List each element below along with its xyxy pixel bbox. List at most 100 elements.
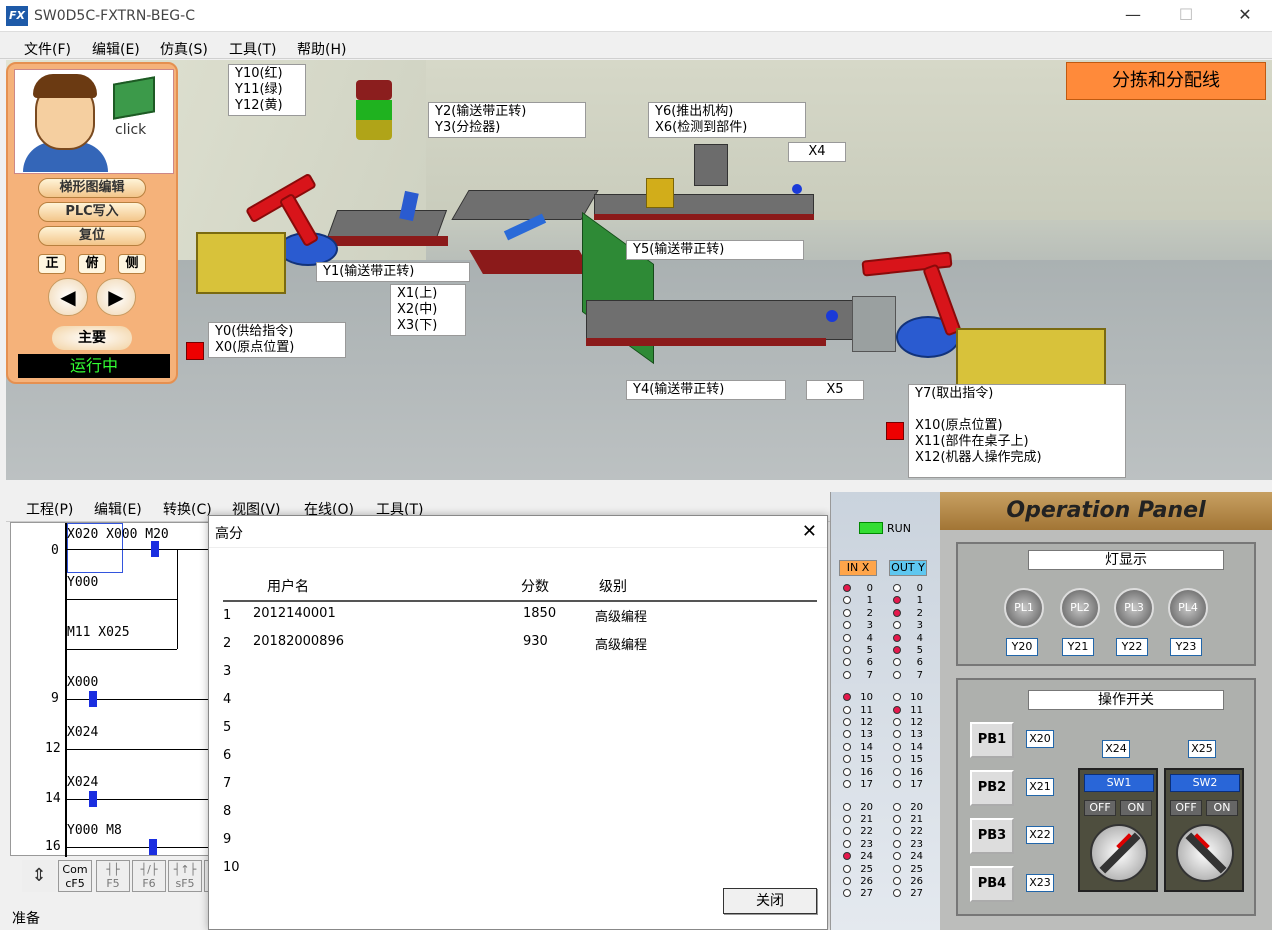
pb1-addr: X20: [1026, 730, 1054, 748]
plc-write-button[interactable]: PLC写入: [38, 202, 146, 222]
led-icon: [893, 658, 901, 667]
minimize-button[interactable]: —: [1110, 0, 1156, 32]
close-window-button[interactable]: ✕: [1222, 0, 1268, 32]
ladder-menu-project[interactable]: 工程(P): [26, 499, 73, 519]
input-x-0: 0: [843, 583, 873, 595]
dialog-close-icon[interactable]: ✕: [802, 521, 817, 542]
sw2-switch[interactable]: SW2 OFF ON: [1164, 768, 1244, 892]
switch-section: 操作开关 PB1 PB2 PB3 PB4 X20 X21 X22 X23 X24…: [956, 678, 1256, 916]
led-icon: [893, 755, 901, 764]
led-icon: [893, 839, 901, 848]
maximize-button[interactable]: ☐: [1163, 0, 1209, 32]
output-y-25: 25: [893, 864, 923, 876]
output-y-15: 15: [893, 754, 923, 766]
output-y-24: 24: [893, 851, 923, 863]
menu-simulate[interactable]: 仿真(S): [160, 39, 208, 59]
led-icon: [843, 755, 851, 764]
sw2-knob-icon[interactable]: [1176, 824, 1234, 882]
main-menu-button[interactable]: 主要: [52, 326, 132, 350]
app-logo: FX: [6, 6, 28, 26]
label-y4: Y4(输送带正转): [626, 380, 786, 400]
input-x-3: 3: [843, 620, 873, 632]
input-x-number: 1: [866, 595, 873, 607]
output-y-number: 6: [916, 657, 923, 669]
book-icon[interactable]: [113, 76, 155, 120]
conveyor-y5: [594, 194, 814, 216]
pb3-button[interactable]: PB3: [970, 818, 1014, 854]
pb4-button[interactable]: PB4: [970, 866, 1014, 902]
sw1-knob-icon[interactable]: [1090, 824, 1148, 882]
reset-button[interactable]: 复位: [38, 226, 146, 246]
contact-no-button[interactable]: ┤├ F5: [96, 860, 130, 892]
menu-edit[interactable]: 编辑(E): [92, 39, 140, 59]
ladder-menu-convert[interactable]: 转换(C): [163, 499, 212, 519]
output-y-11: 11: [893, 705, 923, 717]
sw1-switch[interactable]: SW1 OFF ON: [1078, 768, 1158, 892]
pusher-mechanism: [694, 144, 728, 186]
ladder-edit-button[interactable]: 梯形图编辑: [38, 178, 146, 198]
toolbar-toggle-icon[interactable]: ⇕: [22, 860, 56, 892]
ladder-menu-edit[interactable]: 编辑(E): [94, 499, 142, 519]
view-side-button[interactable]: 侧: [118, 254, 146, 274]
score-cell-n: 5: [223, 720, 232, 735]
workpiece: [646, 178, 674, 208]
label-y1: Y1(输送带正转): [316, 262, 470, 282]
conveyor-y4: [586, 300, 896, 340]
parallel-contact-button[interactable]: ┤↑├ sF5: [168, 860, 202, 892]
run-led: [859, 522, 883, 534]
led-icon: [843, 839, 851, 848]
led-icon: [893, 608, 901, 617]
view-front-button[interactable]: 正: [38, 254, 66, 274]
run-label: RUN: [887, 522, 911, 535]
ladder-toolbar: ⇕ ComcF5 ┤├F5 ┤/├F6 ┤↑├sF5 s: [6, 856, 226, 896]
rung-line: [67, 847, 217, 848]
prev-arrow-icon[interactable]: ◀: [48, 278, 88, 316]
title-bar: FX SW0D5C-FXTRN-BEG-C — ☐ ✕: [0, 0, 1272, 32]
output-y-number: 3: [916, 620, 923, 632]
assistant-avatar[interactable]: click: [14, 69, 174, 174]
led-icon: [893, 705, 901, 714]
label-y5: Y5(输送带正转): [626, 240, 804, 260]
ladder-step-0: 0: [51, 543, 59, 558]
output-y-number: 21: [910, 813, 923, 825]
pb1-button[interactable]: PB1: [970, 722, 1014, 758]
output-y-10: 10: [893, 692, 923, 704]
contact-no-icon: ┤├: [106, 863, 120, 876]
contact-nc-button[interactable]: ┤/├ F6: [132, 860, 166, 892]
output-y-number: 20: [910, 801, 923, 813]
output-y-20: 20: [893, 802, 923, 814]
label-y6-x6: Y6(推出机构) X6(检测到部件): [648, 102, 806, 138]
input-x-number: 27: [860, 888, 873, 900]
menu-tools[interactable]: 工具(T): [229, 39, 276, 59]
sw2-label: SW2: [1170, 774, 1240, 792]
pb2-button[interactable]: PB2: [970, 770, 1014, 806]
switch-section-title: 操作开关: [1028, 690, 1224, 710]
led-icon: [843, 852, 851, 861]
rung-line: [67, 549, 217, 550]
sw2-off-label: OFF: [1170, 800, 1202, 816]
input-x-14: 14: [843, 742, 873, 754]
output-list: 0 1 2 3 4 5 6 7 10 11 12 13 14 15 16 17 20 21 22 23 24 25 26 27: [893, 583, 923, 901]
output-y-number: 11: [910, 704, 923, 716]
led-icon: [843, 633, 851, 642]
rung-line: [67, 599, 177, 600]
ladder-contacts-row5: X024: [67, 775, 99, 790]
input-x-12: 12: [843, 717, 873, 729]
output-y-26: 26: [893, 876, 923, 888]
view-top-button[interactable]: 俯: [78, 254, 106, 274]
dialog-close-button[interactable]: 关闭: [723, 888, 817, 914]
next-arrow-icon[interactable]: ▶: [96, 278, 136, 316]
menu-file[interactable]: 文件(F): [24, 39, 71, 59]
label-signal-lights: Y10(红) Y11(绿) Y12(黄): [228, 64, 306, 116]
input-x-21: 21: [843, 814, 873, 826]
ladder-contacts-row2: M11 X025: [67, 625, 130, 640]
avatar-hair: [33, 74, 97, 98]
input-x-16: 16: [843, 767, 873, 779]
comment-button[interactable]: Com cF5: [58, 860, 92, 892]
output-y-number: 4: [916, 632, 923, 644]
score-cell-score: 930: [523, 634, 548, 649]
input-x-number: 23: [860, 838, 873, 850]
conveyor-y5-side: [594, 214, 814, 220]
menu-help[interactable]: 帮助(H): [297, 39, 346, 59]
input-x-number: 22: [860, 826, 873, 838]
